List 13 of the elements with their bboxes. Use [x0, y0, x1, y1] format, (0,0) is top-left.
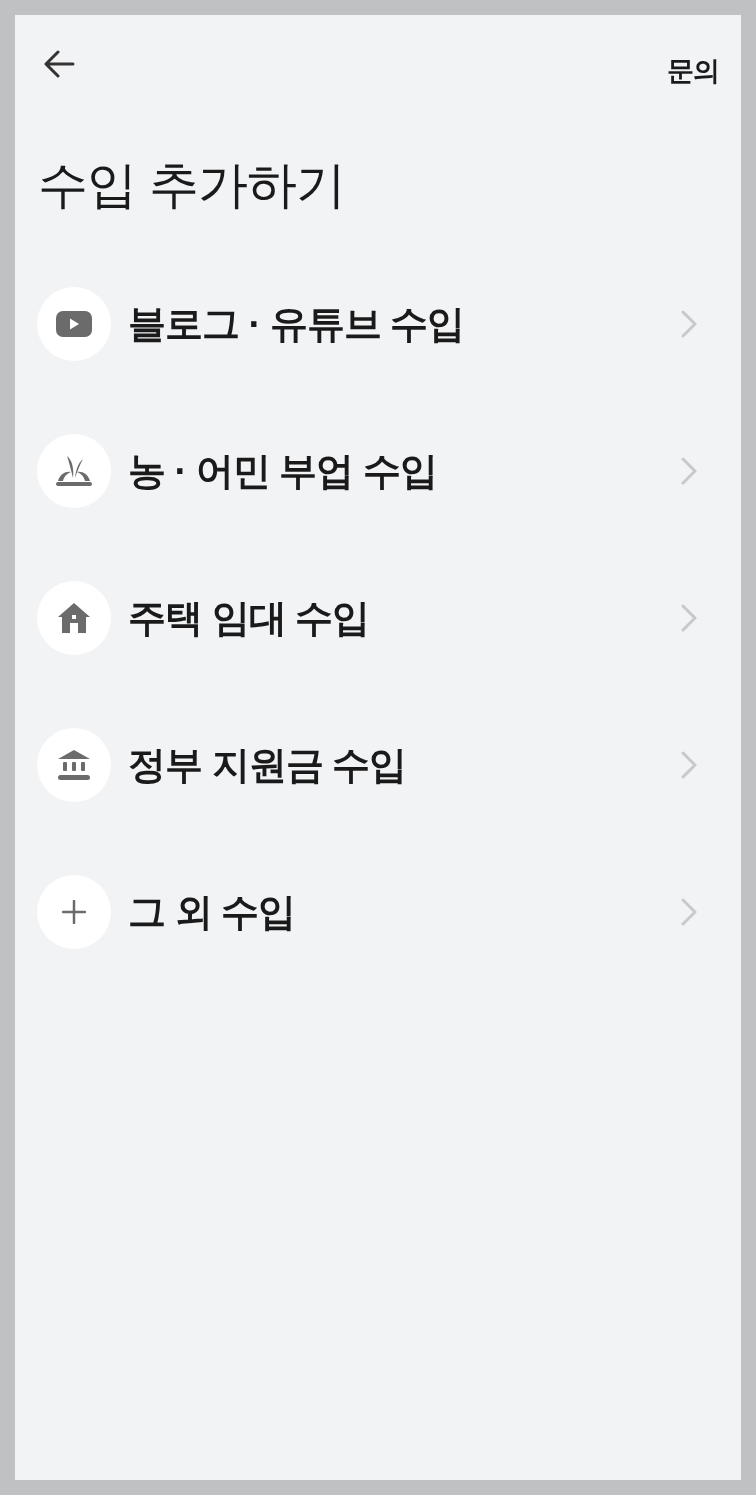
- income-category-item[interactable]: 정부 지원금 수입: [37, 728, 697, 802]
- income-category-item[interactable]: 그 외 수입: [37, 875, 697, 949]
- chevron-right-icon: [681, 457, 697, 485]
- back-icon[interactable]: [43, 49, 75, 79]
- page-title: 수입 추가하기: [38, 156, 345, 215]
- inquiry-link[interactable]: 문의: [667, 57, 719, 85]
- income-category-item[interactable]: 농 · 어민 부업 수입: [37, 434, 697, 508]
- chevron-right-icon: [681, 898, 697, 926]
- chevron-right-icon: [681, 604, 697, 632]
- income-category-item[interactable]: 블로그 · 유튜브 수입: [37, 287, 697, 361]
- chevron-right-icon: [681, 310, 697, 338]
- chevron-right-icon: [681, 751, 697, 779]
- income-category-item[interactable]: 주택 임대 수입: [37, 581, 697, 655]
